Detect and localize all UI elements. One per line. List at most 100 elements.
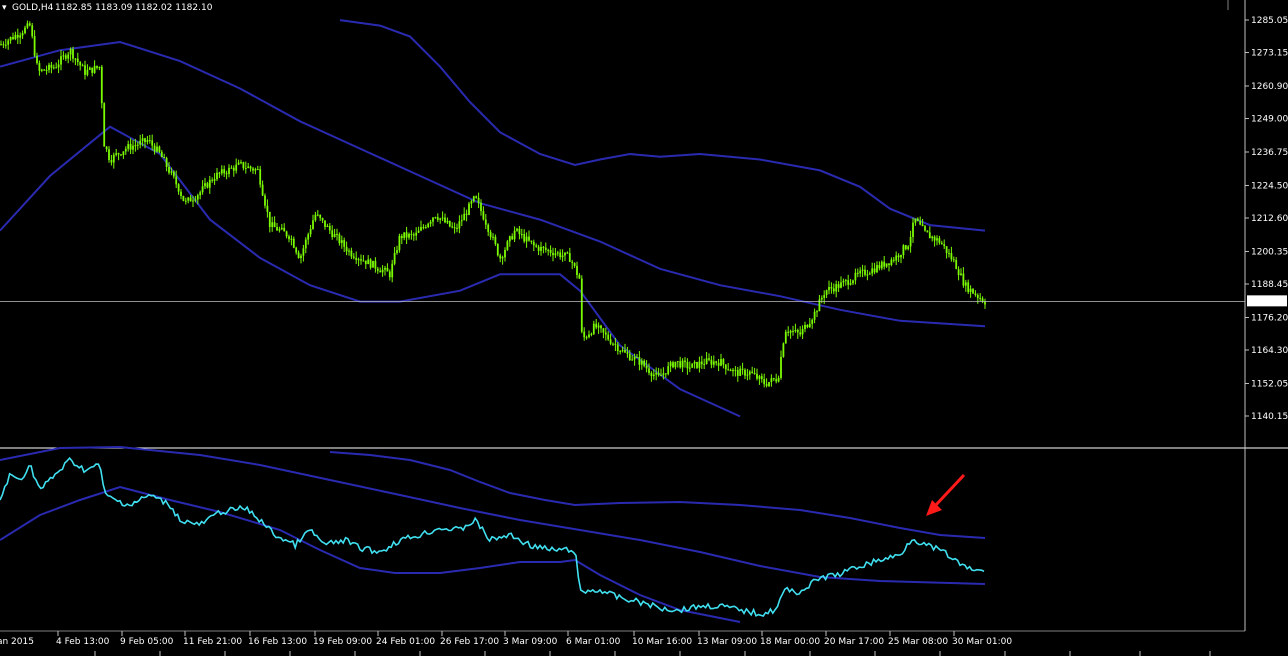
candle xyxy=(129,138,132,154)
candle xyxy=(708,353,710,362)
candle xyxy=(396,245,398,255)
candle xyxy=(568,247,571,262)
candle xyxy=(470,199,473,208)
candle xyxy=(976,293,979,304)
candle xyxy=(280,224,283,231)
price-tick-label: 1164.30 xyxy=(1251,346,1288,356)
candle xyxy=(0,40,2,46)
candle xyxy=(127,140,130,152)
candle xyxy=(892,257,895,263)
candle xyxy=(352,253,355,260)
candle xyxy=(122,151,125,159)
candle xyxy=(813,308,816,324)
candle xyxy=(753,367,756,375)
price-tick-label: 1236.75 xyxy=(1251,148,1288,158)
chart-header: ▾ GOLD,H4 1182.85 1183.09 1182.02 1182.1… xyxy=(2,3,213,13)
time-tick-label: 10 Mar 16:00 xyxy=(632,637,692,647)
candle xyxy=(184,197,187,205)
main-price-panel[interactable] xyxy=(0,19,1245,418)
candle xyxy=(823,290,826,304)
candle xyxy=(463,207,466,221)
candle xyxy=(967,279,970,294)
candle xyxy=(117,152,120,161)
candle xyxy=(909,230,912,253)
candle xyxy=(465,209,468,222)
candle xyxy=(496,243,499,257)
candle xyxy=(427,222,430,229)
candle xyxy=(180,189,182,200)
candle xyxy=(14,31,17,41)
candle xyxy=(266,199,269,218)
candle xyxy=(252,166,254,174)
candle xyxy=(607,331,610,341)
candle xyxy=(873,262,876,275)
candle xyxy=(48,62,50,73)
candle xyxy=(772,377,775,381)
candle xyxy=(225,170,228,180)
candle xyxy=(460,214,463,226)
candle xyxy=(160,149,163,158)
candle xyxy=(720,353,722,367)
candle xyxy=(554,248,557,258)
candle xyxy=(777,375,780,383)
candle xyxy=(146,135,149,145)
candle xyxy=(336,228,338,241)
candle xyxy=(340,235,343,249)
candle xyxy=(561,249,564,262)
candle xyxy=(328,223,331,234)
candle xyxy=(50,61,53,74)
candle xyxy=(355,251,358,264)
candle xyxy=(96,65,98,70)
candle xyxy=(451,222,454,229)
candle xyxy=(487,223,490,236)
candle xyxy=(924,225,926,232)
candle xyxy=(381,265,384,277)
price-band-outer_band xyxy=(339,19,986,232)
candle xyxy=(74,58,77,66)
candle xyxy=(429,219,432,227)
candle xyxy=(729,368,732,372)
price-band-upper_band xyxy=(0,40,986,328)
candle xyxy=(936,235,938,246)
candle xyxy=(247,163,250,169)
candle xyxy=(386,263,389,272)
candle xyxy=(585,335,588,340)
candle xyxy=(254,167,257,175)
candle xyxy=(547,248,550,256)
candle xyxy=(345,241,348,256)
chart-area[interactable]: 1285.05 1273.15 1260.90 1249.00 1236.75 1224.… xyxy=(0,0,1288,656)
candle xyxy=(501,255,504,265)
candle xyxy=(528,230,530,242)
candle xyxy=(357,257,360,267)
candle xyxy=(276,223,278,231)
candle xyxy=(33,30,36,58)
candle xyxy=(314,211,317,222)
candle xyxy=(319,214,322,221)
candle xyxy=(520,228,523,239)
candle xyxy=(439,217,442,224)
candle xyxy=(62,51,65,60)
candle xyxy=(475,195,478,199)
indicator-panel[interactable] xyxy=(0,445,986,623)
time-tick-label: 26 Feb 17:00 xyxy=(440,637,499,647)
candle xyxy=(88,66,91,71)
candle xyxy=(765,378,768,388)
candle xyxy=(782,342,785,358)
candle xyxy=(38,60,41,76)
candle xyxy=(530,240,533,245)
candle xyxy=(592,320,595,335)
candle xyxy=(979,293,982,302)
candle xyxy=(957,266,960,281)
candle xyxy=(103,102,106,147)
candle xyxy=(9,36,12,44)
candle xyxy=(576,261,578,279)
candle xyxy=(789,329,792,339)
candle xyxy=(283,223,286,232)
candle xyxy=(573,262,576,268)
candle xyxy=(324,220,326,230)
candle xyxy=(535,243,538,248)
candle xyxy=(559,249,562,260)
candle xyxy=(724,364,727,375)
candle xyxy=(643,359,646,368)
candle xyxy=(710,355,713,369)
